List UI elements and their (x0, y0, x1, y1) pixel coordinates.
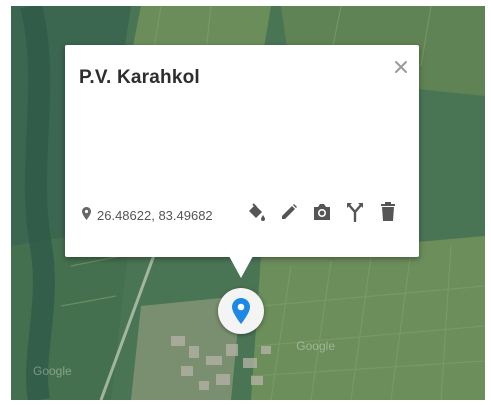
coordinates-text: 26.48622, 83.49682 (97, 207, 213, 223)
popup-title: P.V. Karahkol (79, 67, 200, 88)
camera-icon[interactable] (311, 201, 333, 223)
map-marker-icon[interactable] (218, 288, 264, 334)
trash-icon[interactable] (377, 201, 399, 223)
popup-pointer (229, 256, 253, 278)
marker-info-popup: P.V. Karahkol 26.48622, 83.49682 (65, 45, 419, 257)
map-watermark-left: Google (33, 364, 72, 378)
map-watermark: Google (296, 339, 335, 353)
fork-directions-icon[interactable] (344, 201, 366, 223)
popup-toolbar (245, 201, 399, 223)
pencil-icon[interactable] (278, 201, 300, 223)
close-icon[interactable] (393, 59, 409, 75)
coordinates: 26.48622, 83.49682 (82, 207, 213, 223)
location-pin-icon (82, 207, 91, 223)
paint-bucket-icon[interactable] (245, 201, 267, 223)
